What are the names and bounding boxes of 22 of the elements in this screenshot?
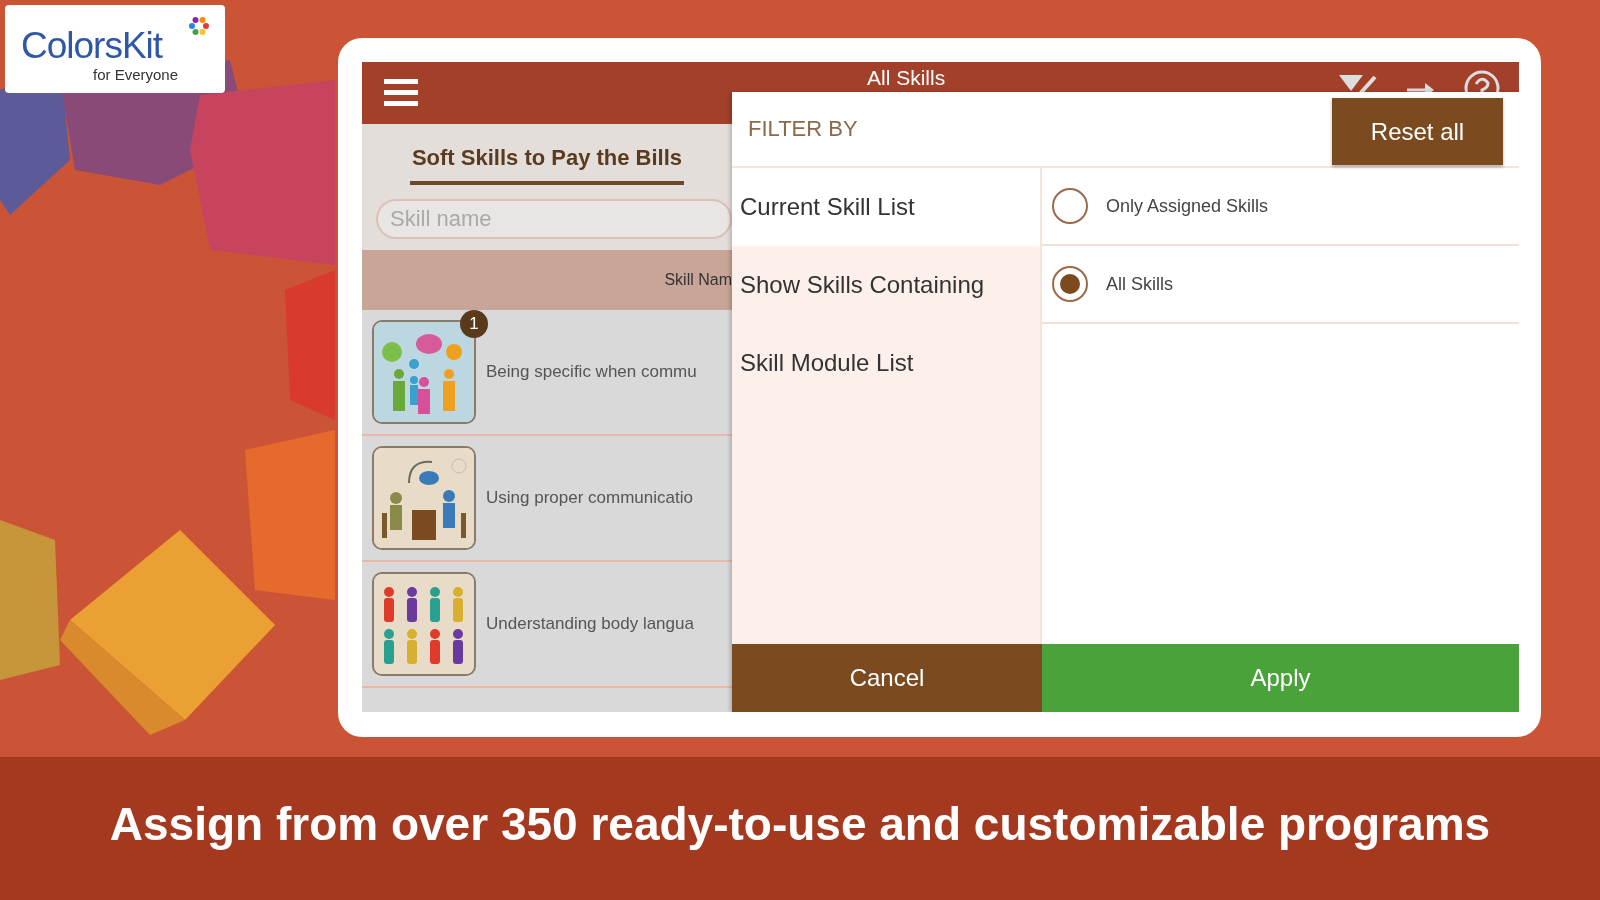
screen-title: All Skills <box>867 65 946 90</box>
menu-icon[interactable] <box>384 79 418 107</box>
figures-icon <box>374 574 474 674</box>
count-badge: 1 <box>460 310 488 338</box>
radio-button[interactable] <box>1052 266 1088 302</box>
option-label[interactable]: Only Assigned Skills <box>1106 195 1269 217</box>
reset-button[interactable]: Reset all <box>1332 98 1503 165</box>
logo-tagline: for Everyone <box>93 66 179 83</box>
caption: Assign from over 350 ready-to-use and customizable programs <box>109 796 1491 851</box>
option-label[interactable]: All Skills <box>1106 273 1173 295</box>
filter-category[interactable]: Current Skill List <box>732 168 1040 246</box>
skill-name[interactable]: Being specific when commu <box>486 362 697 382</box>
filter-heading: FILTER BY <box>748 116 858 142</box>
column-header: Skill Nam <box>664 271 732 289</box>
skill-name[interactable]: Understanding body langua <box>486 614 694 634</box>
skill-name[interactable]: Using proper communicatio <box>486 488 693 508</box>
radio-button[interactable] <box>1052 188 1088 224</box>
search-field[interactable]: Skill name <box>376 199 732 239</box>
meeting-icon <box>374 448 474 548</box>
color-ring-icon <box>188 15 210 37</box>
logo-name: ColorsKit <box>21 25 163 67</box>
cancel-button[interactable]: Cancel <box>732 644 1042 712</box>
